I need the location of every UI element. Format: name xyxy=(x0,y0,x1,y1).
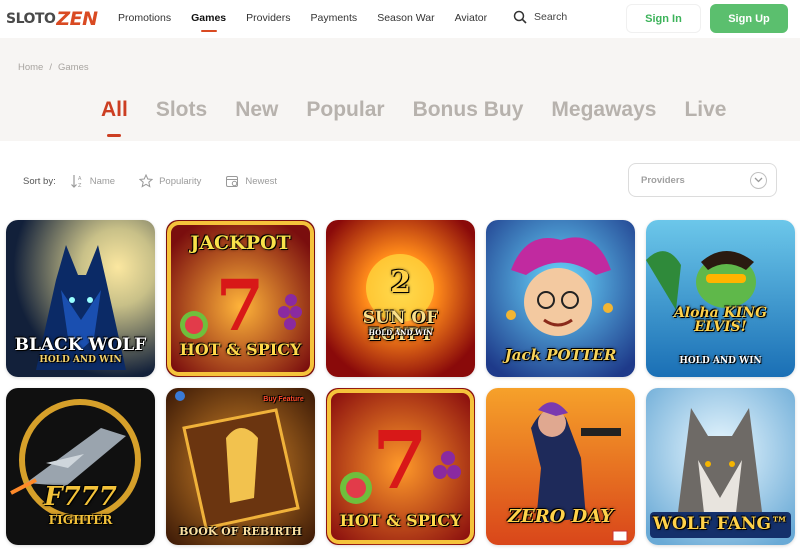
game-title: SUN OF EGYPT xyxy=(362,308,439,345)
svg-text:7: 7 xyxy=(216,264,265,347)
nav-payments[interactable]: Payments xyxy=(311,12,358,24)
nav-promotions[interactable]: Promotions xyxy=(118,12,171,24)
game-card-book-of-rebirth[interactable]: Buy Feature BOOK OF REBIRTH xyxy=(166,388,315,545)
game-subtitle: HOLD AND WIN xyxy=(368,328,433,337)
sort-newest-label: Newest xyxy=(245,175,278,187)
svg-text:7: 7 xyxy=(372,413,428,507)
tab-new[interactable]: New xyxy=(235,98,278,122)
game-card-black-wolf[interactable]: BLACK WOLF HOLD AND WIN xyxy=(6,220,155,377)
sort-bar: Sort by: AZ Name Popularity Newest xyxy=(23,174,301,188)
logo-text-zen: ZEN xyxy=(56,8,98,30)
aloha-king-elvis-artwork xyxy=(646,220,795,377)
game-title: Jack POTTER xyxy=(504,346,617,364)
game-title: BLACK WOLF xyxy=(14,335,147,355)
breadcrumb: Home / Games xyxy=(18,62,89,73)
game-subtitle: HOLD AND WIN xyxy=(679,356,762,366)
game-card-sun-of-egypt-2[interactable]: 2 SUN OF EGYPT HOLD AND WIN xyxy=(326,220,475,377)
tab-bonus-buy[interactable]: Bonus Buy xyxy=(413,98,524,122)
providers-label: Providers xyxy=(641,174,685,186)
game-subtitle: FIGHTER xyxy=(48,513,113,527)
game-subtitle: HOLD AND WIN xyxy=(39,355,122,365)
search-icon xyxy=(513,10,527,24)
tab-live[interactable]: Live xyxy=(684,98,726,122)
game-card-jack-potter[interactable]: Jack POTTER xyxy=(486,220,635,377)
game-badge: 2 xyxy=(390,265,411,300)
breadcrumb-home[interactable]: Home xyxy=(18,62,43,73)
sort-name-label: Name xyxy=(89,175,116,187)
svg-text:A: A xyxy=(78,176,82,182)
nav-season-war[interactable]: Season War xyxy=(377,12,434,24)
game-title: HOT & SPICY xyxy=(339,511,462,530)
nav-games[interactable]: Games xyxy=(191,12,226,24)
game-card-hot-spicy[interactable]: 7 HOT & SPICY xyxy=(326,388,475,545)
tab-slots[interactable]: Slots xyxy=(156,98,207,122)
game-title: BOOK OF REBIRTH xyxy=(179,525,302,538)
book-of-rebirth-artwork xyxy=(166,388,315,545)
chevron-down-icon xyxy=(750,171,767,189)
game-subtitle: HOT & SPICY xyxy=(179,340,302,359)
sort-by-newest[interactable]: Newest xyxy=(225,174,277,188)
breadcrumb-separator: / xyxy=(49,62,52,73)
game-title: F777 xyxy=(44,482,117,512)
game-card-zero-day[interactable]: ZERO DAY xyxy=(486,388,635,545)
sort-by-popularity[interactable]: Popularity xyxy=(139,174,201,188)
game-title: WOLF FANG™ xyxy=(652,514,789,534)
sort-label: Sort by: xyxy=(23,175,56,187)
tab-all[interactable]: All xyxy=(101,98,128,122)
game-card-aloha-king-elvis[interactable]: Aloha KING ELVIS! HOLD AND WIN xyxy=(646,220,795,377)
game-card-wolf-fang[interactable]: WOLF FANG™ xyxy=(646,388,795,545)
game-badge: Buy Feature xyxy=(263,396,304,403)
game-title: Aloha KING ELVIS! xyxy=(673,305,768,335)
sign-in-button[interactable]: Sign In xyxy=(626,4,701,33)
tab-popular[interactable]: Popular xyxy=(306,98,384,122)
main-nav: Promotions Games Providers Payments Seas… xyxy=(118,12,507,24)
top-header: SLOTO ZEN Promotions Games Providers Pay… xyxy=(0,0,800,38)
game-card-f777-fighter[interactable]: F777 FIGHTER xyxy=(6,388,155,545)
logo-text-sloto: SLOTO xyxy=(6,11,56,27)
search-button[interactable]: Search xyxy=(513,10,567,24)
game-title: ZERO DAY xyxy=(507,506,614,527)
sort-by-name[interactable]: AZ Name xyxy=(70,174,115,188)
nav-providers[interactable]: Providers xyxy=(246,12,290,24)
nav-aviator[interactable]: Aviator xyxy=(455,12,488,24)
sign-up-button[interactable]: Sign Up xyxy=(710,4,788,33)
tab-megaways[interactable]: Megaways xyxy=(551,98,656,122)
page-hero-band xyxy=(0,38,800,141)
calendar-icon xyxy=(226,176,239,187)
breadcrumb-current: Games xyxy=(57,62,89,73)
category-tabs: All Slots New Popular Bonus Buy Megaways… xyxy=(101,98,755,122)
site-logo[interactable]: SLOTO ZEN xyxy=(6,5,98,33)
providers-dropdown[interactable]: Providers xyxy=(628,163,777,197)
sort-alpha-icon: AZ xyxy=(70,175,82,188)
svg-text:Z: Z xyxy=(78,183,82,188)
search-label: Search xyxy=(534,11,568,23)
game-card-jackpot-hot-spicy[interactable]: 7 JACKPOT HOT & SPICY xyxy=(166,220,315,377)
game-title: JACKPOT xyxy=(190,232,291,254)
sort-popularity-label: Popularity xyxy=(159,175,202,187)
star-icon xyxy=(139,174,154,188)
